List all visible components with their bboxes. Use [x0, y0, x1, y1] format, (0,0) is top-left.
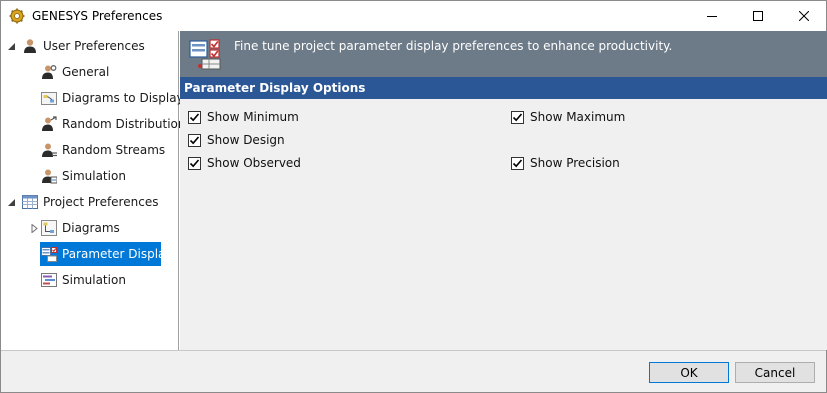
tree-item-label: Parameter Display [62, 247, 173, 261]
minimize-icon [707, 16, 717, 17]
tree-group-label: User Preferences [43, 39, 145, 53]
tree-item-random-streams[interactable]: Random Streams [41, 139, 165, 161]
user-random-icon [41, 116, 57, 132]
checkbox-box[interactable] [188, 156, 201, 170]
tree-group-project-preferences[interactable]: Project Preferences [22, 191, 158, 213]
tree-item-label: General [62, 65, 110, 79]
tree-group-label: Project Preferences [43, 195, 159, 209]
user-settings-icon [41, 64, 57, 80]
tree-item-user-simulation[interactable]: Simulation [41, 165, 126, 187]
close-button[interactable] [781, 1, 827, 31]
section-header: Parameter Display Options [180, 77, 827, 99]
minimize-button[interactable] [689, 1, 735, 31]
checkbox-label: Show Precision [530, 156, 620, 170]
checkbox-label: Show Design [207, 133, 285, 147]
checkbox-label: Show Minimum [207, 110, 299, 124]
close-icon [799, 11, 809, 21]
show-observed-checkbox[interactable]: Show Observed [188, 155, 301, 171]
tree-item-parameter-display[interactable]: Parameter Display [40, 242, 172, 266]
tree-item-diagrams-to-display[interactable]: Diagrams to Display [41, 87, 184, 109]
tree-item-random-distribution[interactable]: Random Distribution [41, 113, 186, 135]
preferences-content: Fine tune project parameter display pref… [180, 31, 827, 350]
collapsed-arrow-icon[interactable] [30, 224, 39, 233]
gear-icon [9, 8, 25, 24]
checkbox-label: Show Observed [207, 156, 301, 170]
tree-item-label: Diagrams [62, 221, 120, 235]
user-streams-icon [41, 142, 57, 158]
info-banner: Fine tune project parameter display pref… [180, 31, 827, 77]
dialog-footer: OK Cancel [1, 350, 826, 392]
maximize-button[interactable] [735, 1, 781, 31]
cancel-button[interactable]: Cancel [735, 362, 815, 383]
expanded-arrow-icon[interactable] [7, 198, 16, 207]
check-icon [512, 112, 523, 121]
table-icon [22, 194, 38, 210]
preferences-tree: User Preferences General Diagrams to Dis… [1, 31, 186, 350]
show-maximum-checkbox[interactable]: Show Maximum [511, 109, 625, 125]
tree-item-diagrams[interactable]: Diagrams [41, 217, 120, 239]
preferences-window: GENESYS Preferences User Preferences Gen… [0, 0, 827, 393]
banner-description: Fine tune project parameter display pref… [234, 39, 673, 53]
user-icon [22, 38, 38, 54]
diagram-icon [41, 220, 57, 236]
check-icon [512, 158, 523, 167]
diagram-icon [41, 90, 57, 106]
checkbox-label: Show Maximum [530, 110, 626, 124]
check-icon [189, 112, 200, 121]
tree-item-label: Random Streams [62, 143, 166, 157]
tree-item-project-simulation[interactable]: Simulation [41, 269, 126, 291]
ok-button[interactable]: OK [649, 362, 729, 383]
tree-item-label: Random Distribution [62, 117, 186, 131]
tree-item-label: Diagrams to Display [62, 91, 184, 105]
check-icon [189, 135, 200, 144]
maximize-icon [753, 11, 763, 21]
checkbox-box[interactable] [188, 133, 201, 147]
checkbox-box[interactable] [188, 110, 201, 124]
tree-item-label: Simulation [62, 273, 126, 287]
checkbox-box[interactable] [511, 110, 524, 124]
parameter-display-icon [41, 246, 57, 262]
parameter-display-icon [189, 38, 221, 70]
check-icon [189, 158, 200, 167]
show-minimum-checkbox[interactable]: Show Minimum [188, 109, 299, 125]
expanded-arrow-icon[interactable] [7, 42, 16, 51]
tree-item-general[interactable]: General [41, 61, 109, 83]
show-precision-checkbox[interactable]: Show Precision [511, 155, 620, 171]
window-title: GENESYS Preferences [32, 9, 163, 23]
tree-item-label: Simulation [62, 169, 126, 183]
user-simulation-icon [41, 168, 58, 184]
tree-group-user-preferences[interactable]: User Preferences [22, 35, 145, 57]
title-bar: GENESYS Preferences [1, 1, 826, 31]
show-design-checkbox[interactable]: Show Design [188, 132, 285, 148]
checkbox-box[interactable] [511, 156, 524, 170]
simulation-chart-icon [41, 272, 57, 288]
